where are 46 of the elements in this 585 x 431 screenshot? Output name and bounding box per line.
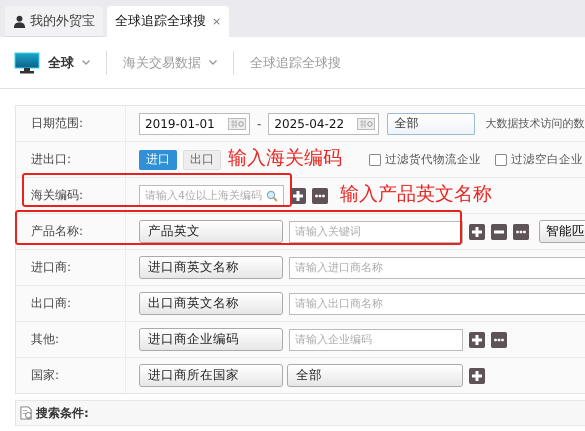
tab[interactable]: 全球追踪全球搜 × (107, 6, 230, 37)
field-selector[interactable]: 进口商英文名称 (139, 256, 283, 279)
field-label: 其他: (16, 322, 126, 357)
field-selector[interactable]: 产品英文 (139, 220, 283, 243)
field-selector[interactable]: 进口商企业编码 (139, 328, 283, 351)
field-selector[interactable]: 进口商所在国家 (139, 364, 283, 387)
filter-checkbox[interactable]: 过滤空白企业 (495, 152, 583, 167)
field-label: 国家: (16, 358, 126, 393)
document-icon (20, 406, 33, 420)
field-label: 出口商: (16, 286, 126, 321)
monitor-icon (14, 52, 40, 74)
field-label: 进口商: (16, 250, 126, 285)
filter-checkbox[interactable]: 过滤货代物流企业 (369, 152, 481, 167)
field-selector[interactable]: 出口商英文名称 (139, 292, 283, 315)
tab[interactable]: 我的外贸宝 (5, 6, 103, 37)
field-label: 海关编码: (16, 178, 126, 213)
annotation-text: 输入产品英文名称 (340, 182, 492, 207)
more-icon[interactable] (491, 332, 507, 348)
date-field[interactable]: 2025-04-22 (268, 112, 380, 134)
caret-icon (209, 60, 217, 65)
person-icon (13, 14, 26, 28)
calendar-icon[interactable] (228, 118, 246, 130)
smart-match-button[interactable]: 智能匹 (539, 220, 585, 243)
field-label: 进出口: (16, 142, 126, 177)
add-icon[interactable] (469, 224, 485, 240)
add-icon[interactable] (469, 332, 485, 348)
more-icon[interactable] (513, 224, 529, 240)
country-select[interactable]: 全部 (287, 364, 463, 387)
nav-menu[interactable]: 全球 (14, 52, 106, 74)
field-label: 日期范围: (16, 106, 126, 141)
info-text: 大数据技术访问的数 (485, 116, 584, 131)
remove-icon[interactable] (491, 224, 507, 240)
range-separator: - (257, 116, 262, 130)
range-select[interactable]: 全部 (387, 112, 476, 134)
add-icon[interactable] (469, 368, 485, 384)
date-field[interactable]: 2019-01-01 (139, 112, 250, 134)
tab-label: 我的外贸宝 (30, 13, 95, 30)
more-icon[interactable] (312, 188, 328, 204)
field-label: 产品名称: (16, 214, 126, 249)
tab-label: 全球追踪全球搜 (115, 13, 206, 30)
calendar-icon[interactable] (357, 118, 376, 130)
toggle-button[interactable]: 出口 (183, 150, 221, 170)
caret-icon (82, 60, 90, 65)
section-title: 搜索条件: (36, 404, 89, 422)
annotation-text: 输入海关编码 (228, 146, 342, 171)
close-icon[interactable]: × (212, 14, 222, 28)
